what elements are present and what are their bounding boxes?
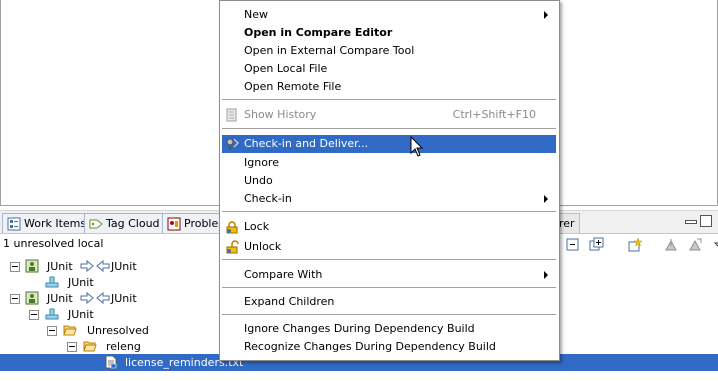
tree-label: JUnit [111, 292, 137, 305]
menu-separator [222, 259, 556, 260]
folder-open-icon [63, 323, 77, 337]
menu-label: Open in External Compare Tool [244, 44, 415, 57]
tree-label: JUnit [68, 276, 94, 289]
menu-label: Unlock [244, 240, 282, 253]
view-menu-icon[interactable] [711, 237, 718, 253]
component-icon [45, 275, 59, 289]
minimize-icon[interactable] [685, 220, 697, 224]
tab-tag-cloud[interactable]: Tag Cloud [84, 213, 167, 233]
menu-item-check-in[interactable]: Check-in [222, 190, 556, 208]
menu-label: Open in Compare Editor [244, 26, 393, 39]
lock-icon [225, 220, 239, 234]
menu-label: Ignore Changes During Dependency Build [244, 322, 475, 335]
outgoing-flow-icon [80, 259, 94, 273]
menu-accelerator: Ctrl+Shift+F10 [452, 108, 536, 121]
menu-item-compare-with[interactable]: Compare With [222, 266, 556, 284]
menu-item-check-in-and-deliver[interactable]: Check-in and Deliver... [222, 135, 556, 153]
menu-item-ignore-changes-during-dependency-build[interactable]: Ignore Changes During Dependency Build [222, 320, 556, 338]
menu-label: Compare With [244, 268, 323, 281]
tree-label: JUnit [47, 292, 73, 305]
menu-label: Show History [244, 108, 317, 121]
menu-item-unlock[interactable]: Unlock [222, 238, 556, 256]
view-controls [685, 215, 712, 227]
menu-label: New [244, 8, 268, 21]
pending-summary: 1 unresolved local [3, 237, 104, 250]
menu-label: Expand Children [244, 295, 335, 308]
submenu-arrow-icon [544, 11, 548, 19]
menu-label: Open Remote File [244, 80, 342, 93]
menu-label: Ignore [244, 156, 279, 169]
menu-item-undo[interactable]: Undo [222, 172, 556, 190]
menu-label: Check-in [244, 192, 292, 205]
tree-label: Unresolved [87, 324, 149, 337]
menu-label: Lock [244, 220, 270, 233]
menu-item-expand-children[interactable]: Expand Children [222, 293, 556, 311]
collapse-toggle-icon[interactable] [10, 262, 20, 272]
menu-separator [222, 128, 556, 129]
view-toolbar [565, 237, 718, 253]
tree-label: JUnit [47, 260, 73, 273]
work-items-icon [7, 217, 21, 231]
menu-item-show-history[interactable]: Show History Ctrl+Shift+F10 [222, 106, 556, 124]
menu-item-open-in-compare-editor[interactable]: Open in Compare Editor [222, 24, 556, 42]
context-menu: New Open in Compare Editor Open in Exter… [219, 0, 560, 361]
accept-icon[interactable] [663, 237, 679, 253]
folder-open-icon [83, 339, 97, 353]
tab-label: Tag Cloud [106, 217, 160, 230]
collapse-toggle-icon[interactable] [29, 310, 39, 320]
submenu-arrow-icon [544, 271, 548, 279]
new-component-icon[interactable] [627, 237, 643, 253]
collapse-toggle-icon[interactable] [10, 294, 20, 304]
menu-item-recognize-changes-during-dependency-build[interactable]: Recognize Changes During Dependency Buil… [222, 338, 556, 356]
deliver-icon[interactable] [687, 237, 703, 253]
submenu-arrow-icon [544, 195, 548, 203]
component-icon [45, 307, 59, 321]
history-icon [225, 108, 239, 122]
menu-item-open-local-file[interactable]: Open Local File [222, 60, 556, 78]
incoming-flow-icon [96, 259, 110, 273]
menu-separator [222, 287, 556, 288]
menu-separator [222, 211, 556, 212]
menu-separator [222, 314, 556, 315]
menu-label: Open Local File [244, 62, 328, 75]
tree-label: JUnit [68, 308, 94, 321]
collapse-toggle-icon[interactable] [47, 326, 57, 336]
menu-separator [222, 99, 556, 100]
menu-item-ignore[interactable]: Ignore [222, 154, 556, 172]
tab-label: rer [559, 217, 575, 230]
tag-cloud-icon [89, 217, 103, 231]
menu-item-lock[interactable]: Lock [222, 218, 556, 236]
tab-work-items[interactable]: Work Items [2, 213, 94, 233]
menu-label: Undo [244, 174, 273, 187]
collapse-toggle-icon[interactable] [67, 342, 77, 352]
collapse-all-icon[interactable] [565, 237, 581, 253]
check-in-deliver-icon [225, 137, 239, 151]
menu-item-open-in-external-compare-tool[interactable]: Open in External Compare Tool [222, 42, 556, 60]
menu-item-open-remote-file[interactable]: Open Remote File [222, 78, 556, 96]
unlock-icon [225, 240, 239, 254]
mouse-pointer-icon [410, 136, 424, 157]
workspace-icon [25, 291, 39, 305]
incoming-flow-icon [96, 291, 110, 305]
expand-all-icon[interactable] [589, 237, 605, 253]
tab-label: Work Items [24, 217, 87, 230]
outgoing-flow-icon [80, 291, 94, 305]
tree-label: releng [106, 340, 141, 353]
menu-label: Recognize Changes During Dependency Buil… [244, 340, 496, 353]
workspace-icon [25, 259, 39, 273]
problems-icon [167, 217, 181, 231]
tree-label: JUnit [111, 260, 137, 273]
text-file-icon [104, 355, 118, 369]
menu-label: Check-in and Deliver... [244, 137, 369, 150]
menu-item-new[interactable]: New [222, 6, 556, 24]
maximize-icon[interactable] [700, 215, 712, 227]
